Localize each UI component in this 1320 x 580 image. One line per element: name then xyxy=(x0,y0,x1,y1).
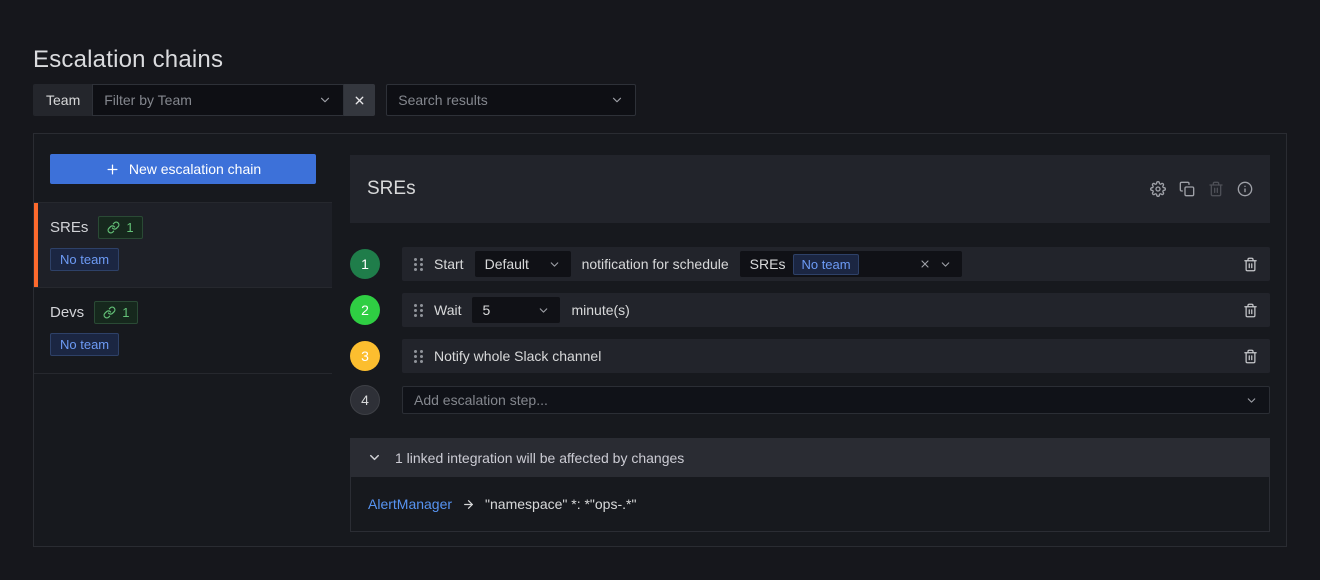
trash-icon xyxy=(1243,257,1258,272)
search-results-placeholder: Search results xyxy=(398,92,487,108)
plus-icon xyxy=(105,162,120,177)
new-escalation-chain-label: New escalation chain xyxy=(129,161,261,177)
escalation-chains-card: New escalation chain SREs 1 No team Devs xyxy=(33,133,1287,547)
delete-step-button[interactable] xyxy=(1243,303,1258,318)
trash-icon xyxy=(1243,349,1258,364)
schedule-name: SREs xyxy=(750,256,786,272)
step-number-badge: 3 xyxy=(350,341,380,371)
chain-detail-panel: SREs 1 xyxy=(332,134,1286,546)
chevron-down-icon xyxy=(367,450,382,465)
delete-chain-button[interactable] xyxy=(1208,181,1224,197)
drag-handle-icon[interactable] xyxy=(414,350,423,363)
integration-link[interactable]: AlertManager xyxy=(368,496,452,512)
drag-handle-icon[interactable] xyxy=(414,258,423,271)
info-icon xyxy=(1237,181,1253,197)
importance-value: Default xyxy=(485,256,529,272)
chevron-down-icon xyxy=(548,258,561,271)
chain-detail-header: SREs xyxy=(350,155,1270,223)
copy-icon xyxy=(1179,181,1195,197)
chain-title: SREs xyxy=(367,178,416,200)
escalation-step-3: 3 Notify whole Slack channel xyxy=(350,339,1270,373)
delete-step-button[interactable] xyxy=(1243,257,1258,272)
linked-integrations-toggle[interactable]: 1 linked integration will be affected by… xyxy=(350,438,1270,477)
chain-name: SREs xyxy=(50,219,88,236)
linked-integrations-badge: 1 xyxy=(94,301,138,324)
new-escalation-chain-button[interactable]: New escalation chain xyxy=(50,154,316,184)
team-filter-label: Team xyxy=(33,84,92,116)
trash-icon xyxy=(1208,181,1224,197)
chevron-down-icon xyxy=(537,304,550,317)
arrow-right-icon xyxy=(462,498,475,511)
linked-count: 1 xyxy=(126,220,133,235)
linked-integrations-badge: 1 xyxy=(98,216,142,239)
info-button[interactable] xyxy=(1237,181,1253,197)
chevron-down-icon xyxy=(939,258,952,271)
escalation-step-1: 1 Start Default notification for schedul… xyxy=(350,247,1270,281)
linked-integration-row: AlertManager "namespace" *: *"ops-.*" xyxy=(350,477,1270,532)
team-badge: No team xyxy=(50,333,119,356)
trash-icon xyxy=(1243,303,1258,318)
add-step-placeholder: Add escalation step... xyxy=(414,392,548,408)
step-label-schedule: notification for schedule xyxy=(582,256,729,272)
link-icon xyxy=(107,221,120,234)
copy-chain-button[interactable] xyxy=(1179,181,1195,197)
delete-step-button[interactable] xyxy=(1243,349,1258,364)
chevron-down-icon xyxy=(318,93,332,107)
add-escalation-step-select[interactable]: Add escalation step... xyxy=(402,386,1270,414)
schedule-select[interactable]: SREs No team xyxy=(740,251,962,277)
team-filter-placeholder: Filter by Team xyxy=(104,92,192,108)
wait-minutes-select[interactable]: 5 xyxy=(472,297,560,323)
chain-list-item-sres[interactable]: SREs 1 No team xyxy=(34,202,332,288)
linked-integrations-section: 1 linked integration will be affected by… xyxy=(350,438,1270,532)
linked-integrations-header-text: 1 linked integration will be affected by… xyxy=(395,450,684,466)
escalation-step-2: 2 Wait 5 minute(s) xyxy=(350,293,1270,327)
escalation-steps: 1 Start Default notification for schedul… xyxy=(350,247,1270,415)
chain-name: Devs xyxy=(50,304,84,321)
chevron-down-icon xyxy=(610,93,624,107)
clear-team-filter-button[interactable] xyxy=(344,84,375,116)
settings-button[interactable] xyxy=(1150,181,1166,197)
filter-bar: Team Filter by Team Search results xyxy=(33,84,636,116)
integration-route-filter: "namespace" *: *"ops-.*" xyxy=(485,496,636,512)
clear-schedule-icon[interactable] xyxy=(919,258,931,270)
step-label: Notify whole Slack channel xyxy=(434,348,601,364)
step-row: Notify whole Slack channel xyxy=(402,339,1270,373)
gear-icon xyxy=(1150,181,1166,197)
importance-select[interactable]: Default xyxy=(475,251,571,277)
escalation-step-add: 4 Add escalation step... xyxy=(350,385,1270,415)
search-results-select[interactable]: Search results xyxy=(386,84,636,116)
step-row: Wait 5 minute(s) xyxy=(402,293,1270,327)
chevron-down-icon xyxy=(1245,394,1258,407)
schedule-team-badge: No team xyxy=(793,254,858,275)
step-row: Start Default notification for schedule … xyxy=(402,247,1270,281)
step-number-badge: 2 xyxy=(350,295,380,325)
team-badge: No team xyxy=(50,248,119,271)
chains-sidebar: New escalation chain SREs 1 No team Devs xyxy=(34,134,332,546)
step-number-badge: 1 xyxy=(350,249,380,279)
step-label-start: Start xyxy=(434,256,464,272)
team-filter-select[interactable]: Filter by Team xyxy=(92,84,344,116)
link-icon xyxy=(103,306,116,319)
drag-handle-icon[interactable] xyxy=(414,304,423,317)
page-title: Escalation chains xyxy=(33,46,223,74)
step-label-wait: Wait xyxy=(434,302,461,318)
step-number-badge: 4 xyxy=(350,385,380,415)
linked-count: 1 xyxy=(122,305,129,320)
step-label-unit: minute(s) xyxy=(571,302,629,318)
wait-minutes-value: 5 xyxy=(482,302,490,318)
close-icon xyxy=(353,94,366,107)
chain-list-item-devs[interactable]: Devs 1 No team xyxy=(34,288,332,374)
